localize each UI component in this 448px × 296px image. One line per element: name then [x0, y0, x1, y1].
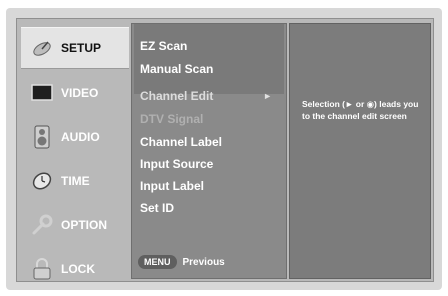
tab-label: TIME: [61, 174, 90, 188]
previous-label: Previous: [182, 256, 225, 268]
tab-label: OPTION: [61, 218, 108, 232]
clock-icon: [29, 168, 55, 194]
satellite-dish-icon: [29, 35, 55, 61]
tab-video[interactable]: VIDEO: [21, 73, 129, 113]
menu-item-manual-scan[interactable]: Manual Scan: [140, 59, 280, 79]
tab-label: AUDIO: [61, 130, 100, 144]
menu-item-label: Input Source: [140, 157, 214, 171]
menu-item-channel-edit[interactable]: Channel Edit ►: [140, 86, 280, 106]
wrench-icon: [29, 212, 55, 238]
tab-time[interactable]: TIME: [21, 161, 129, 201]
tab-option[interactable]: OPTION: [21, 205, 129, 245]
tab-label: VIDEO: [61, 86, 99, 100]
padlock-icon: [29, 256, 55, 282]
tab-lock[interactable]: LOCK: [21, 249, 129, 289]
menu-button[interactable]: MENU: [138, 255, 177, 269]
menu-item-label: Manual Scan: [140, 62, 214, 76]
menu-item-label: DTV Signal: [140, 112, 204, 126]
menu-item-input-label[interactable]: Input Label: [140, 176, 280, 196]
menu-item-dtv-signal[interactable]: DTV Signal: [140, 109, 280, 129]
setup-menu-panel: EZ Scan Manual Scan Channel Edit ► DTV S…: [131, 23, 287, 279]
menu-item-label: Channel Edit: [140, 89, 214, 103]
help-text: Selection (► or ◉) leads you to the chan…: [302, 99, 419, 121]
help-panel: Selection (► or ◉) leads you to the chan…: [289, 23, 431, 279]
speaker-icon: [29, 124, 55, 150]
tab-label: LOCK: [61, 262, 95, 276]
menu-footer: MENU Previous: [138, 254, 225, 270]
right-arrow-icon: ►: [263, 91, 272, 101]
menu-item-label: EZ Scan: [140, 39, 188, 53]
tv-screen-icon: [29, 80, 55, 106]
menu-item-input-source[interactable]: Input Source: [140, 154, 280, 174]
menu-item-label: Channel Label: [140, 135, 223, 149]
tab-setup[interactable]: SETUP: [21, 27, 129, 69]
category-tabs: SETUP VIDEO AUDIO TIME OPTION LOCK: [21, 23, 129, 280]
menu-item-ez-scan[interactable]: EZ Scan: [140, 36, 280, 56]
menu-item-channel-label[interactable]: Channel Label: [140, 132, 280, 152]
menu-item-label: Set ID: [140, 201, 175, 215]
menu-item-label: Input Label: [140, 179, 204, 193]
menu-item-set-id[interactable]: Set ID: [140, 198, 280, 218]
tab-audio[interactable]: AUDIO: [21, 117, 129, 157]
osd-inner-frame: SETUP VIDEO AUDIO TIME OPTION LOCK EZ Sc…: [16, 18, 434, 282]
tab-label: SETUP: [61, 41, 102, 55]
tv-osd-menu: SETUP VIDEO AUDIO TIME OPTION LOCK EZ Sc…: [6, 8, 442, 290]
